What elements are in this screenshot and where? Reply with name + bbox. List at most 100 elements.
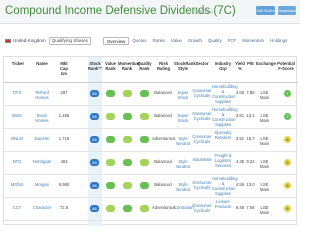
industry-cell[interactable]: Homebuilding & Construction Supplies: [212, 84, 238, 104]
ticker-cell[interactable]: MGNS: [6, 182, 28, 187]
column-header-style[interactable]: StockRank Style: [174, 61, 196, 71]
value-rank-badge: [106, 205, 115, 212]
ticker-cell[interactable]: DNLM: [6, 136, 28, 141]
tab-ranks[interactable]: Ranks: [149, 37, 167, 45]
tab-quality[interactable]: Quality: [205, 37, 225, 45]
column-header-risk-rating[interactable]: Risk Rating: [153, 61, 174, 71]
risk-rating-cell: Balanced: [154, 159, 172, 164]
style-cell[interactable]: Super Stock: [174, 113, 192, 123]
risk-rating-cell: Adventurous: [152, 205, 176, 210]
exchange-cell: LSE Main: [259, 113, 270, 123]
column-header-industry[interactable]: Industry Grp: [212, 61, 234, 71]
stock-rank-badge: 88: [90, 90, 99, 97]
column-header-potential[interactable]: Potential F-Score: [275, 61, 297, 71]
exchange-cell: LSE Main: [259, 90, 270, 100]
table-row[interactable]: TIFS TelFord Homes 267 88 Balanced Super Stoc…: [4, 83, 298, 106]
fscore-badge: 5: [284, 159, 291, 166]
ticker-cell[interactable]: CCT: [6, 205, 28, 210]
style-cell[interactable]: Style Neutral: [174, 136, 192, 146]
mktcap-cell: 72.8: [59, 205, 69, 210]
column-header-yield[interactable]: Yield %: [235, 61, 245, 71]
pe-cell: 13.1: [246, 113, 255, 118]
value-rank-badge: [106, 182, 115, 189]
mktcap-cell: 463: [60, 159, 68, 164]
qualifying-shares-chip[interactable]: Qualifying Shares: [48, 37, 91, 45]
tab-value[interactable]: Value: [168, 37, 185, 45]
mktcap-cell: 267: [60, 90, 68, 95]
yield-cell: 4.35: [235, 159, 245, 164]
sector-cell[interactable]: Consumer Cyclicals: [192, 180, 212, 190]
tab-quotes[interactable]: Quotes: [129, 37, 149, 45]
column-header-stock-rank[interactable]: Stock Rank™: [88, 61, 102, 71]
name-cell[interactable]: Northgate: [30, 159, 54, 164]
name-cell[interactable]: Morgan: [30, 182, 54, 187]
column-header-sector[interactable]: Sector: [193, 61, 211, 66]
industry-cell[interactable]: Homebuilding & Construction Supplies: [212, 107, 238, 127]
sector-cell[interactable]: Industrials: [192, 157, 212, 162]
style-cell[interactable]: Style Neutral: [174, 182, 192, 192]
column-header-quality-rank[interactable]: Quality Rank: [137, 61, 152, 71]
sector-cell[interactable]: Consumer Cyclicals: [192, 111, 212, 121]
column-header-momentum-rank[interactable]: Momentum Rank: [118, 61, 140, 71]
column-header-value-rank[interactable]: Value Rank: [104, 61, 117, 71]
column-header-exchange[interactable]: Exchange: [256, 61, 276, 66]
industry-cell[interactable]: Leisure Products: [212, 199, 234, 209]
tab-overview[interactable]: Overview: [103, 37, 130, 45]
app-header: Compound Income Defensive Dividends (7C)…: [0, 0, 300, 24]
stock-rank-badge: 86: [90, 182, 99, 189]
momentum-rank-badge: [123, 113, 132, 120]
table-row[interactable]: DNLM Dunelm 1,716 66 Adventurous Style Neutra…: [4, 129, 298, 152]
column-header-ticker[interactable]: Ticker: [6, 61, 30, 66]
pe-cell: 7.86: [246, 90, 255, 95]
value-rank-badge: [106, 90, 115, 97]
style-cell[interactable]: Style Neutral: [174, 159, 192, 169]
mktcap-cell: 9,960: [58, 182, 70, 187]
quality-rank-badge: [140, 159, 149, 166]
name-cell[interactable]: Dunelm: [30, 136, 54, 141]
yield-cell: 3.91: [235, 136, 245, 141]
sector-cell[interactable]: Consumer Cyclicals: [192, 134, 212, 144]
tab-holdings[interactable]: Holdings: [267, 37, 290, 45]
name-cell[interactable]: TelFord Homes: [30, 90, 54, 100]
sector-cell[interactable]: Consumer Cyclicals: [192, 88, 212, 98]
tab-momentum[interactable]: Momentum: [239, 37, 267, 45]
column-header-mktcap[interactable]: Mkt Cap £m: [57, 61, 71, 76]
risk-rating-cell: Adventurous: [152, 136, 176, 141]
pe-cell: 9.22: [246, 159, 255, 164]
momentum-rank-badge: [123, 90, 132, 97]
region-filter[interactable]: United Kingdom Qualifying Shares: [5, 37, 91, 45]
region-label: United Kingdom: [13, 38, 46, 43]
ticker-cell[interactable]: TIFS: [6, 90, 28, 95]
table-row[interactable]: MGNS Morgan 9,960 86 Balanced Style Neutral Co…: [4, 175, 298, 198]
sector-cell[interactable]: Consumer Cyclicals: [192, 203, 212, 213]
style-cell[interactable]: Super Stock: [174, 90, 192, 100]
results-table: Ticker Name Mkt Cap £m Stock Rank™ Value Ran…: [3, 56, 298, 226]
ticker-cell[interactable]: BWS: [6, 113, 28, 118]
table-row[interactable]: CCT Character 72.8 86 Adventurous Contrarian C…: [4, 198, 298, 221]
toolbar: United Kingdom Qualifying Shares Overview…: [0, 24, 300, 58]
ticker-cell[interactable]: NTG: [6, 159, 28, 164]
tab-growth[interactable]: Growth: [185, 37, 205, 45]
download-button[interactable]: Download: [278, 6, 296, 15]
mktcap-cell: 1,466: [58, 113, 70, 118]
pe-cell: 15.7: [246, 136, 255, 141]
edit-rules-button[interactable]: Edit Rules: [256, 6, 275, 15]
column-header-pe[interactable]: P/E: [246, 61, 255, 66]
industry-cell[interactable]: Specialty Retailers: [212, 130, 234, 140]
stock-rank-badge: 88: [90, 113, 99, 120]
column-header-name[interactable]: Name: [31, 61, 53, 66]
table-row[interactable]: NTG Northgate 463 89 Balanced Style Neutral In…: [4, 152, 298, 175]
industry-cell[interactable]: Homebuilding & Construction Supplies: [212, 176, 238, 196]
tab-fcf[interactable]: FCF: [225, 37, 240, 45]
industry-cell[interactable]: Freight & Logistics Services: [212, 153, 234, 168]
value-rank-badge: [106, 113, 115, 120]
style-cell[interactable]: Contrarian: [174, 205, 194, 210]
table-header: Ticker Name Mkt Cap £m Stock Rank™ Value Ran…: [4, 57, 298, 83]
name-cell[interactable]: Character: [30, 205, 54, 210]
quality-rank-badge: [140, 136, 149, 143]
name-cell[interactable]: Bovis Homes: [30, 113, 54, 123]
momentum-rank-badge: [123, 182, 132, 189]
table-row[interactable]: BWS Bovis Homes 1,466 88 Balanced Super Stock…: [4, 106, 298, 129]
fscore-badge: 7: [284, 90, 291, 97]
momentum-rank-badge: [123, 205, 132, 212]
